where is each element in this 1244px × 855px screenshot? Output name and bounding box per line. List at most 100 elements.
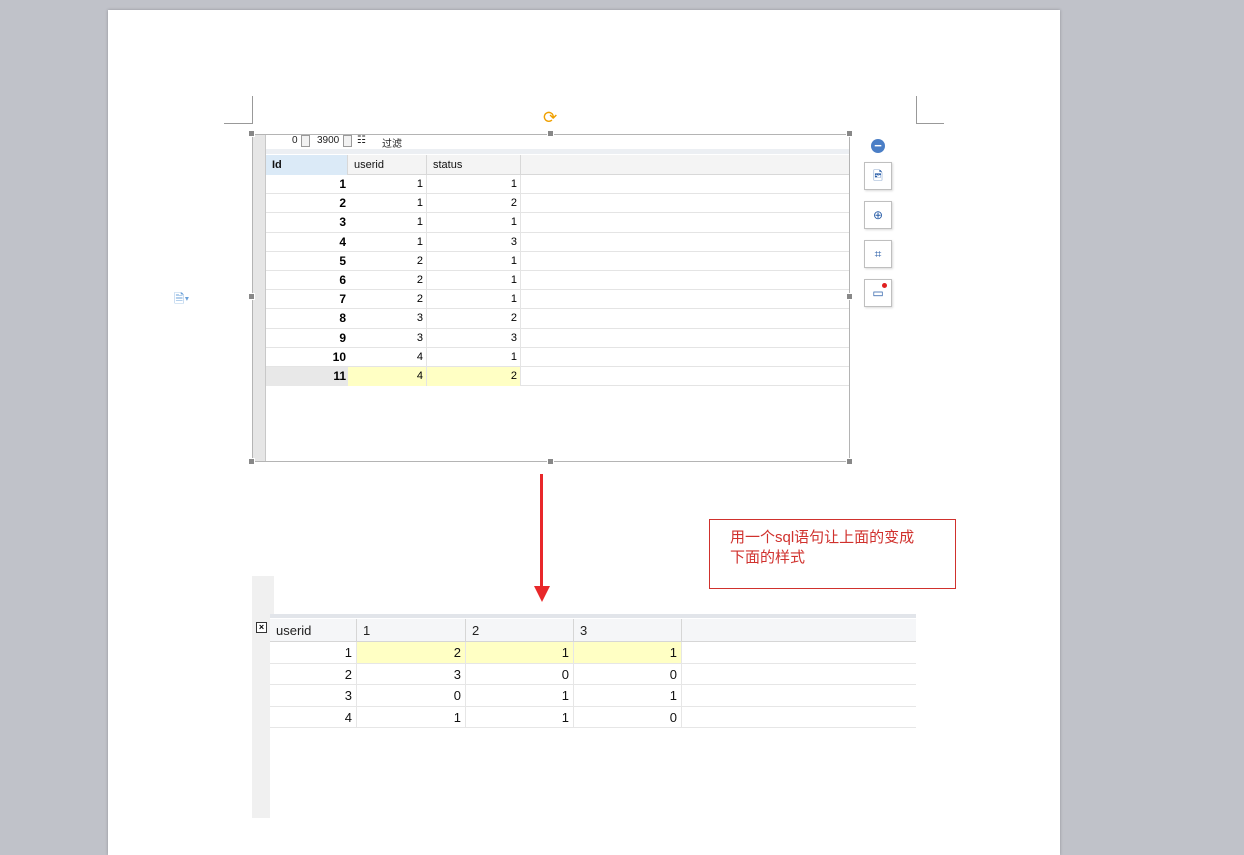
column-header-status-3[interactable]: 3 xyxy=(574,619,682,642)
notification-dot xyxy=(882,283,887,288)
status-cell[interactable]: 3 xyxy=(427,328,521,348)
column-header-userid[interactable]: userid xyxy=(348,155,427,175)
table-row[interactable]: 832 xyxy=(266,309,849,329)
limit-spinner-icon[interactable] xyxy=(343,135,352,147)
row-id-cell[interactable]: 5 xyxy=(266,252,348,271)
status-cell[interactable]: 1 xyxy=(427,213,521,233)
resize-handle[interactable] xyxy=(846,130,853,137)
resize-handle[interactable] xyxy=(846,293,853,300)
table-row[interactable]: 3011 xyxy=(270,685,916,707)
status-count-cell[interactable]: 1 xyxy=(466,706,574,728)
crop-icon[interactable]: ⌗ xyxy=(864,240,892,268)
image-border-icon[interactable]: ▭ xyxy=(864,279,892,307)
userid-cell[interactable]: 1 xyxy=(348,232,427,252)
status-cell[interactable]: 3 xyxy=(427,232,521,252)
table-row[interactable]: 10 4 1 xyxy=(266,347,849,367)
status-count-cell[interactable]: 0 xyxy=(574,663,682,685)
row-id-cell[interactable]: 7 xyxy=(266,290,348,309)
filter-icon[interactable]: ☷ xyxy=(357,135,366,146)
row-id-cell[interactable]: 11 xyxy=(266,366,348,386)
rotate-handle-icon[interactable]: ⟳ xyxy=(543,109,557,126)
row-id-cell[interactable]: 2 xyxy=(266,194,348,213)
row-id-cell[interactable]: 8 xyxy=(266,309,348,328)
userid-cell[interactable]: 4 xyxy=(348,347,427,367)
status-count-cell[interactable]: 1 xyxy=(574,685,682,706)
source-data-grid: Id userid status 11121231141352162172183… xyxy=(266,155,849,387)
row-id-cell[interactable]: 6 xyxy=(266,271,348,290)
table-row[interactable]: 2300 xyxy=(270,663,916,685)
table-row[interactable]: 413 xyxy=(266,232,849,252)
table-row[interactable]: 4110 xyxy=(270,706,916,728)
status-cell[interactable]: 2 xyxy=(427,366,521,386)
resize-handle[interactable] xyxy=(547,458,554,465)
row-id-cell[interactable]: 1 xyxy=(266,175,348,194)
filter-label[interactable]: 过滤 xyxy=(382,135,402,150)
column-header-status-2[interactable]: 2 xyxy=(466,619,574,642)
column-header-status-1[interactable]: 1 xyxy=(357,619,466,642)
embedded-image-source-table[interactable]: 0 3900 ☷ 过滤 Id userid status 11121231141… xyxy=(252,134,850,462)
row-id-cell[interactable]: 3 xyxy=(266,213,348,232)
status-cell[interactable]: 1 xyxy=(427,347,521,367)
userid-cell[interactable]: 2 xyxy=(270,663,357,685)
column-header-userid[interactable]: userid xyxy=(270,619,357,642)
userid-cell[interactable]: 1 xyxy=(270,642,357,663)
userid-cell[interactable]: 1 xyxy=(348,213,427,233)
userid-cell[interactable]: 3 xyxy=(348,309,427,329)
status-count-cell[interactable]: 0 xyxy=(466,663,574,685)
row-id-cell[interactable]: 4 xyxy=(266,233,348,252)
status-cell[interactable]: 1 xyxy=(427,290,521,310)
close-icon[interactable]: × xyxy=(256,622,267,633)
row-id-cell[interactable]: 10 xyxy=(266,348,348,367)
resize-handle[interactable] xyxy=(248,130,255,137)
userid-cell[interactable]: 2 xyxy=(348,290,427,310)
resize-handle[interactable] xyxy=(547,130,554,137)
status-count-cell[interactable]: 0 xyxy=(357,685,466,706)
collapse-icon[interactable]: − xyxy=(871,139,885,153)
userid-cell[interactable]: 2 xyxy=(348,270,427,290)
table-row[interactable]: 111 xyxy=(266,175,849,195)
userid-cell[interactable]: 3 xyxy=(348,328,427,348)
status-cell[interactable]: 1 xyxy=(427,175,521,194)
status-cell[interactable]: 2 xyxy=(427,194,521,214)
userid-cell[interactable]: 4 xyxy=(270,706,357,728)
table-row[interactable]: 933 xyxy=(266,328,849,348)
status-cell[interactable]: 2 xyxy=(427,309,521,329)
status-count-cell[interactable]: 3 xyxy=(357,663,466,685)
offset-value[interactable]: 0 xyxy=(292,135,298,146)
resize-handle[interactable] xyxy=(248,458,255,465)
userid-cell[interactable]: 2 xyxy=(348,251,427,271)
row-id-cell[interactable]: 9 xyxy=(266,329,348,348)
layout-options-icon[interactable]: 🖻 xyxy=(864,162,892,190)
status-cell[interactable]: 1 xyxy=(427,251,521,271)
status-count-cell[interactable]: 1 xyxy=(466,642,574,663)
status-count-cell[interactable]: 1 xyxy=(357,706,466,728)
paste-options-icon[interactable]: 🗎▾ xyxy=(174,290,189,312)
limit-value[interactable]: 3900 xyxy=(317,135,339,146)
embedded-image-result-table[interactable]: × userid 1 2 3 1211230030114110 xyxy=(252,576,916,818)
table-row[interactable]: 721 xyxy=(266,290,849,310)
column-header-status[interactable]: status xyxy=(427,155,521,175)
table-row[interactable]: 11 4 2 xyxy=(266,366,849,387)
resize-handle[interactable] xyxy=(846,458,853,465)
userid-cell[interactable]: 1 xyxy=(348,175,427,194)
table-row[interactable]: 621 xyxy=(266,270,849,291)
userid-cell[interactable]: 1 xyxy=(348,194,427,214)
table-row[interactable]: 521 xyxy=(266,251,849,271)
status-count-cell[interactable]: 0 xyxy=(574,706,682,728)
table-row[interactable]: 311 xyxy=(266,213,849,233)
status-count-cell[interactable]: 1 xyxy=(466,685,574,706)
userid-cell[interactable]: 3 xyxy=(270,685,357,706)
table-row[interactable]: 1211 xyxy=(270,642,916,664)
table-row[interactable]: 212 xyxy=(266,194,849,214)
resize-handle[interactable] xyxy=(248,293,255,300)
userid-cell[interactable]: 4 xyxy=(348,366,427,386)
grid-header: Id userid status xyxy=(266,155,849,175)
status-count-cell[interactable]: 2 xyxy=(357,642,466,663)
filter-bar xyxy=(266,149,849,154)
grid-header: userid 1 2 3 xyxy=(270,619,916,642)
offset-spinner-icon[interactable] xyxy=(301,135,310,147)
zoom-in-icon[interactable]: ⊕ xyxy=(864,201,892,229)
status-cell[interactable]: 1 xyxy=(427,270,521,290)
status-count-cell[interactable]: 1 xyxy=(574,642,682,663)
column-header-id[interactable]: Id xyxy=(266,155,348,175)
